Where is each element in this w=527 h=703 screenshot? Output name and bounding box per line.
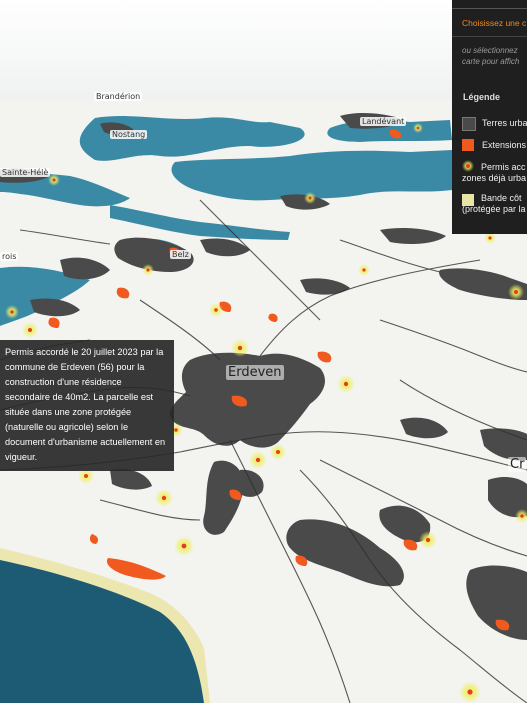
permit-marker[interactable] xyxy=(5,305,19,319)
hint-line: ou sélectionnez xyxy=(462,46,518,55)
legend-coastal-line: (protégée par la xyxy=(462,204,526,214)
place-label-plouhinec: rois xyxy=(0,252,19,261)
permit-marker[interactable] xyxy=(174,536,194,556)
place-label-landevant: Landévant xyxy=(360,117,407,126)
permit-marker[interactable] xyxy=(304,192,316,204)
legend-item-coastal: Bande côt (protégée par la xyxy=(462,193,526,215)
legend-item-urban: Terres urba xyxy=(482,118,527,128)
extension-swatch xyxy=(462,139,474,151)
permit-glow-dot-icon xyxy=(462,160,474,172)
permit-marker[interactable] xyxy=(337,375,355,393)
place-label-crach: Cr xyxy=(508,457,527,472)
permit-marker[interactable] xyxy=(249,451,267,469)
hint-line: carte pour affich xyxy=(462,57,520,66)
place-label-sainte-helene: Sainte-Hélè xyxy=(0,168,51,177)
place-label-branderion: Brandérion xyxy=(94,92,143,101)
legend-permits-line: Permis acc xyxy=(481,162,526,172)
choose-dropdown[interactable]: Choisissez une c xyxy=(462,18,526,28)
place-label-belz: Belz xyxy=(170,250,191,259)
permit-marker[interactable] xyxy=(209,303,223,317)
sky-haze xyxy=(0,0,527,110)
panel-hint: ou sélectionnez carte pour affich xyxy=(462,45,519,67)
tooltip-text: Permis accordé le 20 juillet 2023 par la… xyxy=(5,347,166,462)
permit-marker[interactable] xyxy=(22,322,38,338)
panel-divider xyxy=(452,36,527,37)
urban-land-swatch xyxy=(462,117,476,131)
permit-marker[interactable] xyxy=(155,489,173,507)
permit-marker[interactable] xyxy=(270,444,286,460)
legend-item-extensions: Extensions xyxy=(482,140,527,150)
permit-marker[interactable] xyxy=(142,264,154,276)
legend-coastal-line: Bande côt xyxy=(481,193,522,203)
permit-marker[interactable] xyxy=(459,681,481,703)
place-label-erdeven: Erdeven xyxy=(226,365,284,380)
legend-panel: Choisissez une c ou sélectionnez carte p… xyxy=(452,0,527,234)
permit-marker[interactable] xyxy=(419,531,437,549)
permit-marker[interactable] xyxy=(231,339,249,357)
place-label-nostang: Nostang xyxy=(110,130,148,139)
permit-tooltip: Permis accordé le 20 juillet 2023 par la… xyxy=(0,340,174,471)
permit-marker[interactable] xyxy=(358,264,370,276)
permit-marker[interactable] xyxy=(508,284,524,300)
legend-permits-line: zones déjà urba xyxy=(462,173,527,183)
legend-title: Légende xyxy=(463,92,501,102)
permit-marker[interactable] xyxy=(413,123,423,133)
panel-divider xyxy=(452,8,527,9)
legend-item-permits: Permis acc zones déjà urba xyxy=(462,162,526,184)
